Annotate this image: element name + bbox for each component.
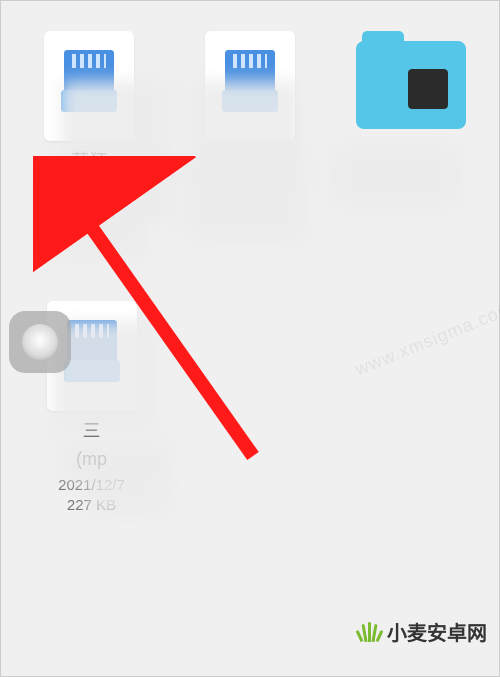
file-icon bbox=[205, 31, 295, 141]
file-meta: 20 1 bbox=[81, 179, 98, 218]
file-item-2[interactable] bbox=[180, 31, 321, 218]
file-item-1[interactable]: 萌狂 20 1 bbox=[19, 31, 160, 218]
file-label: 三 bbox=[83, 417, 101, 443]
file-icon bbox=[44, 31, 134, 141]
folder-thumbnail bbox=[408, 69, 448, 109]
folder-item[interactable] bbox=[340, 31, 481, 218]
file-grid: 萌狂 20 1 bbox=[1, 1, 499, 248]
sd-card-icon bbox=[67, 320, 117, 362]
file-label: 萌狂 bbox=[71, 147, 107, 173]
file-label-line2: (mp bbox=[76, 449, 107, 470]
sd-card-icon bbox=[64, 50, 114, 92]
sd-card-icon bbox=[225, 50, 275, 92]
brand-text: 小麦安卓网 bbox=[387, 617, 487, 646]
assistive-touch-button[interactable] bbox=[9, 311, 71, 373]
watermark-url: www.xmsigma.com bbox=[352, 297, 500, 380]
wheat-logo-icon bbox=[358, 622, 381, 642]
assistive-touch-inner-icon bbox=[22, 324, 58, 360]
file-meta: 2021/12/7 227 KB bbox=[58, 476, 125, 515]
watermark-brand: 小麦安卓网 bbox=[358, 617, 487, 646]
folder-icon bbox=[356, 41, 466, 129]
